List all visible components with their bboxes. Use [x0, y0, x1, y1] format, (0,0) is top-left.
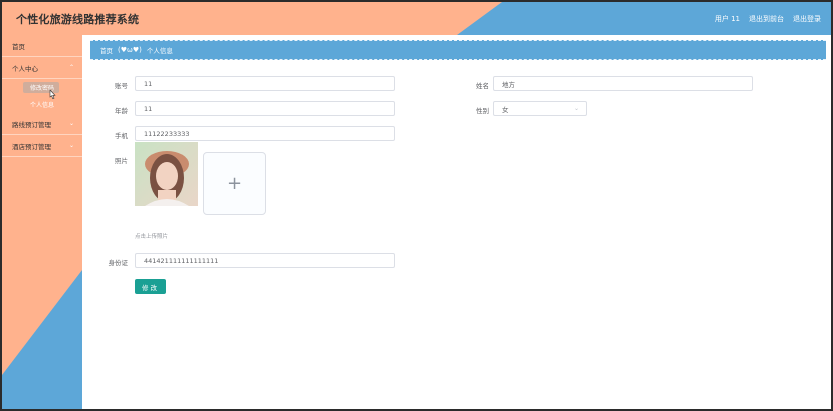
sidebar-subitem-change-password[interactable]: 修改密码: [2, 79, 82, 96]
upload-hint: 点击上传照片: [135, 234, 169, 240]
sidebar-subitem-label: 个人信息: [29, 102, 54, 109]
name-field[interactable]: 地方: [493, 76, 753, 91]
sidebar-item-label: 首页: [12, 42, 25, 51]
account-label: 账号: [115, 82, 128, 90]
chevron-down-icon: ⌄: [68, 142, 74, 149]
chevron-down-icon: ⌄: [68, 120, 74, 127]
age-label: 年龄: [115, 107, 128, 115]
plus-icon: +: [226, 173, 243, 194]
upload-photo-button[interactable]: +: [203, 152, 266, 215]
profile-photo-image: [135, 142, 198, 206]
back-to-front-link[interactable]: 退出到前台: [749, 14, 784, 24]
app-title: 个性化旅游线路推荐系统: [16, 13, 140, 26]
sidebar-subitem-personal-info[interactable]: 个人信息: [2, 96, 82, 113]
heart-decoration-icon: (♥ω♥): [118, 46, 142, 54]
sidebar-item-personal-center[interactable]: 个人中心 ⌃: [2, 57, 82, 79]
header-actions: 用户 11 退出到前台 退出登录: [715, 14, 821, 24]
idcard-label: 身份证: [108, 259, 129, 267]
top-header: 个性化旅游线路推荐系统 用户 11 退出到前台 退出登录: [2, 2, 831, 35]
phone-value: 11122233333: [144, 129, 190, 138]
account-field[interactable]: 11: [135, 76, 395, 91]
profile-photo[interactable]: [135, 142, 198, 206]
sidebar-item-label: 个人中心: [12, 64, 38, 73]
name-label: 姓名: [476, 82, 489, 90]
app-frame: 个性化旅游线路推荐系统 用户 11 退出到前台 退出登录 首页 个人中心 ⌃ 修…: [0, 0, 833, 411]
chevron-down-icon: ⌄: [573, 105, 579, 112]
age-field[interactable]: 11: [135, 101, 395, 116]
account-value: 11: [144, 79, 153, 88]
gender-value: 女: [502, 105, 509, 114]
sidebar-item-label: 酒店预订管理: [12, 142, 51, 151]
idcard-value: 441421111111111111: [144, 256, 219, 265]
idcard-field[interactable]: 441421111111111111: [135, 253, 395, 268]
breadcrumb: 首页 (♥ω♥) 个人信息: [90, 40, 826, 60]
name-value: 地方: [502, 80, 515, 89]
sidebar-item-route-booking[interactable]: 路线预订管理 ⌄: [2, 113, 82, 135]
chevron-up-icon: ⌃: [68, 64, 74, 71]
breadcrumb-home[interactable]: 首页: [100, 45, 113, 55]
user-label: 用户 11: [714, 15, 740, 23]
gender-select[interactable]: 女 ⌄: [493, 101, 587, 116]
phone-field[interactable]: 11122233333: [135, 126, 395, 141]
age-value: 11: [144, 104, 153, 113]
logout-link[interactable]: 退出登录: [793, 14, 821, 24]
submit-button[interactable]: 修改: [135, 279, 166, 294]
sidebar-item-home[interactable]: 首页: [2, 35, 82, 57]
phone-label: 手机: [115, 132, 128, 140]
mouse-pointer-icon: [49, 89, 56, 100]
sidebar-item-hotel-booking[interactable]: 酒店预订管理 ⌄: [2, 135, 82, 157]
gender-label: 性别: [476, 107, 489, 115]
sidebar-item-label: 路线预订管理: [12, 120, 51, 129]
breadcrumb-current: 个人信息: [146, 47, 173, 55]
photo-label: 照片: [115, 157, 128, 165]
sidebar: 首页 个人中心 ⌃ 修改密码 个人信息 路线预订管理 ⌄ 酒店预订管理 ⌄: [2, 35, 82, 409]
